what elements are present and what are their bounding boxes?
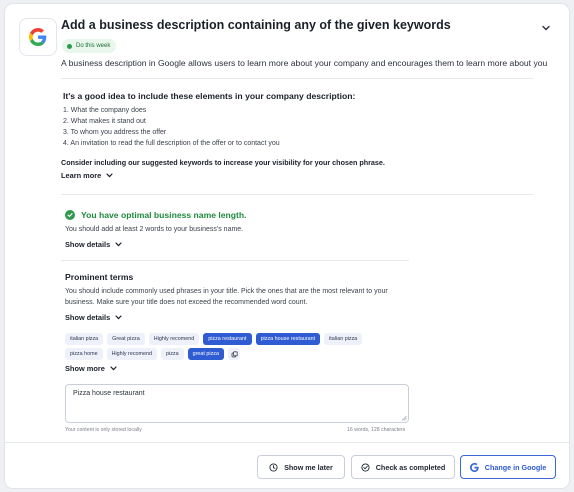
keyword-tag-selected[interactable]: great pizza: [187, 348, 224, 360]
name-length-detail: You should add at least 2 words to your …: [65, 226, 244, 233]
learn-more-link[interactable]: Learn more: [61, 171, 113, 180]
tip-item: 3. To whom you address the offer: [63, 129, 167, 136]
card-title: Add a business description containing an…: [61, 18, 451, 32]
description-textarea[interactable]: Pizza house restaurant: [65, 384, 409, 423]
show-more-link[interactable]: Show more: [65, 364, 117, 373]
keyword-tag[interactable]: pizza home: [65, 348, 103, 360]
show-details-link[interactable]: Show details: [65, 313, 122, 322]
prominent-terms-text: You should include commonly used phrases…: [65, 288, 388, 295]
change-in-google-button[interactable]: Change in Google: [460, 455, 556, 479]
clock-icon: [269, 462, 278, 472]
collapse-chevron-icon[interactable]: [541, 24, 551, 32]
show-me-later-button[interactable]: Show me later: [257, 455, 345, 479]
keyword-tag-selected[interactable]: pizza restaurant: [203, 333, 252, 345]
name-length-label: You have optimal business name length.: [81, 210, 247, 220]
keyword-tag[interactable]: italian pizza: [324, 333, 363, 345]
keyword-tags-row: italian pizza Great pizza Highly recomen…: [65, 333, 405, 345]
check-circle-icon: [361, 462, 370, 472]
divider: [61, 260, 409, 261]
badge-label: Do this week: [76, 43, 111, 49]
keyword-tag-selected[interactable]: pizza house restaurant: [255, 333, 321, 345]
resize-handle-icon[interactable]: [401, 415, 407, 421]
copy-icon[interactable]: [228, 348, 240, 360]
keyword-tag[interactable]: Great pizza: [107, 333, 145, 345]
tip-item: 2. What makes it stand out: [63, 118, 146, 125]
tips-heading: It's a good idea to include these elemen…: [63, 91, 356, 101]
success-check-icon: [65, 210, 75, 220]
learn-more-label: Learn more: [61, 171, 102, 180]
chevron-down-icon: [115, 315, 122, 320]
word-counter: 16 words, 128 characters: [347, 427, 406, 433]
priority-badge: Do this week: [62, 39, 117, 53]
keywords-hint: Consider including our suggested keyword…: [61, 158, 385, 167]
prominent-terms-text: business. Make sure your title does not …: [65, 299, 308, 306]
check-completed-label: Check as completed: [375, 462, 446, 472]
keyword-tag[interactable]: pizza: [161, 348, 184, 360]
change-in-google-label: Change in Google: [484, 462, 547, 472]
tip-item: 1. What the company does: [63, 107, 147, 114]
name-length-status: You have optimal business name length.: [65, 210, 247, 220]
google-logo: [19, 18, 57, 56]
google-g-icon: [29, 28, 47, 46]
show-me-later-label: Show me later: [284, 462, 333, 472]
chevron-down-icon: [106, 173, 113, 178]
google-g-icon: [469, 462, 479, 472]
description-fade: [61, 67, 547, 73]
check-completed-button[interactable]: Check as completed: [351, 455, 455, 479]
storage-note: Your content is only stored locally: [65, 427, 142, 433]
chevron-down-icon: [110, 366, 117, 371]
status-dot-icon: [67, 43, 72, 49]
keyword-tag[interactable]: Highly recomend: [148, 333, 200, 345]
task-card: Add a business description containing an…: [4, 3, 570, 489]
prominent-terms-heading: Prominent terms: [65, 272, 134, 282]
show-more-label: Show more: [65, 364, 105, 373]
show-details-label: Show details: [65, 313, 111, 322]
divider: [61, 194, 533, 195]
show-details-label: Show details: [65, 240, 111, 249]
chevron-down-icon: [115, 242, 122, 247]
tip-item: 4. An invitation to read the full descri…: [63, 140, 280, 147]
divider: [61, 78, 533, 79]
show-details-link[interactable]: Show details: [65, 240, 122, 249]
keyword-tags-row: pizza home Highly recomend pizza great p…: [65, 348, 405, 360]
keyword-tag[interactable]: italian pizza: [65, 333, 104, 345]
keyword-tag[interactable]: Highly recomend: [106, 348, 158, 360]
